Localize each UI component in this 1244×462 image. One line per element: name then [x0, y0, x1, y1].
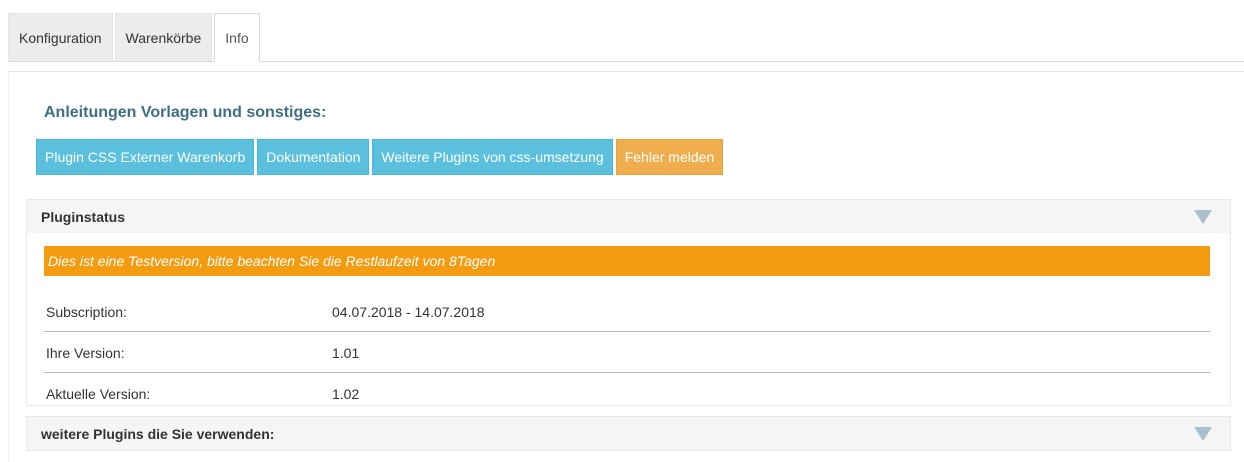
- tab-warenkoerbe[interactable]: Warenkörbe: [114, 13, 213, 61]
- pluginstatus-accordion[interactable]: Pluginstatus: [26, 199, 1231, 234]
- subscription-label: Subscription:: [46, 303, 127, 320]
- section-title: Anleitungen Vorlagen und sonstiges:: [44, 104, 327, 121]
- fehler-melden-button[interactable]: Fehler melden: [615, 139, 724, 175]
- tab-info[interactable]: Info: [214, 13, 260, 62]
- weitere-plugins-button[interactable]: Weitere Plugins von css-umsetzung: [372, 139, 613, 175]
- pluginstatus-title: Pluginstatus: [41, 208, 126, 225]
- subscription-value: 04.07.2018 - 14.07.2018: [332, 303, 485, 320]
- button-row: Plugin CSS Externer Warenkorb Dokumentat…: [36, 139, 726, 175]
- triangle-down-icon[interactable]: [1194, 427, 1212, 441]
- ihre-version-row: Ihre Version: 1.01: [44, 333, 1210, 373]
- pluginstatus-header[interactable]: Pluginstatus: [27, 200, 1230, 233]
- triangle-down-icon[interactable]: [1194, 210, 1212, 224]
- weitere-plugins-accordion[interactable]: weitere Plugins die Sie verwenden:: [26, 416, 1231, 451]
- testversion-warning: Dies ist eine Testversion, bitte beachte…: [44, 246, 1210, 276]
- tab-konfiguration[interactable]: Konfiguration: [8, 13, 113, 61]
- aktuelle-version-row: Aktuelle Version: 1.02: [44, 374, 1210, 414]
- weitere-plugins-title: weitere Plugins die Sie verwenden:: [41, 425, 275, 442]
- dokumentation-button[interactable]: Dokumentation: [257, 139, 370, 175]
- aktuelle-version-label: Aktuelle Version:: [46, 386, 151, 402]
- plugin-css-button[interactable]: Plugin CSS Externer Warenkorb: [36, 139, 255, 175]
- ihre-version-value: 1.01: [332, 344, 360, 361]
- subscription-row: Subscription: 04.07.2018 - 14.07.2018: [44, 292, 1210, 332]
- ihre-version-label: Ihre Version:: [46, 344, 125, 361]
- tab-bar: Konfiguration Warenkörbe Info: [8, 13, 1244, 62]
- aktuelle-version-value: 1.02: [332, 386, 360, 402]
- weitere-plugins-header[interactable]: weitere Plugins die Sie verwenden:: [27, 417, 1230, 450]
